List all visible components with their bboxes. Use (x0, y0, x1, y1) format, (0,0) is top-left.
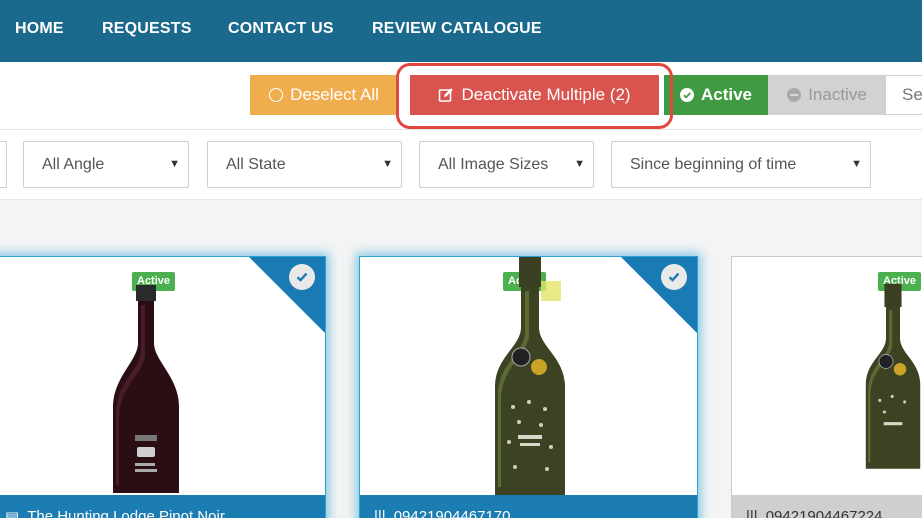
image-size-filter-value: All Image Sizes (438, 156, 549, 173)
date-range-filter-value: Since beginning of time (630, 156, 797, 173)
selected-corner (249, 257, 325, 333)
card-caption: ||| 09421904467170 (360, 495, 697, 518)
angle-filter-value: All Angle (42, 156, 105, 173)
minus-circle-icon (787, 88, 802, 102)
nav-requests[interactable]: REQUESTS (102, 20, 192, 38)
check-circle-icon (679, 88, 694, 102)
active-filter-label: Active (700, 85, 753, 104)
card-caption: ||| 09421904467224 (732, 495, 922, 518)
image-card[interactable]: Active ||| 09421904467224 (731, 256, 922, 518)
top-navigation: HOME REQUESTS CONTACT US REVIEW CATALOGU… (0, 0, 922, 62)
bulk-action-toolbar: Deselect All Deactivate Multiple (2) Act… (0, 62, 922, 130)
state-filter-value: All State (226, 156, 286, 173)
caret-down-icon: ▼ (169, 158, 180, 170)
nav-review-catalogue[interactable]: REVIEW CATALOGUE (372, 20, 542, 38)
card-caption-text: 09421904467170 (393, 508, 511, 518)
wine-bottle-image (113, 285, 179, 493)
selected-corner (621, 257, 697, 333)
deactivate-multiple-button[interactable]: Deactivate Multiple (2) (410, 75, 659, 115)
inactive-filter-button[interactable]: Inactive (768, 75, 886, 115)
angle-filter-select[interactable]: All Angle ▼ (23, 141, 189, 188)
state-filter-select[interactable]: All State ▼ (207, 141, 402, 188)
active-filter-button[interactable]: Active (664, 75, 768, 115)
check-icon[interactable] (661, 264, 687, 290)
edit-icon (439, 88, 454, 102)
partial-filter-select[interactable] (0, 141, 7, 188)
wine-bottle-image (865, 283, 921, 469)
deselect-all-button[interactable]: Deselect All (250, 75, 398, 115)
date-range-filter-select[interactable]: Since beginning of time ▼ (611, 141, 871, 188)
image-card[interactable]: Active ▤ The Hunting Lodge Pinot Noir (0, 256, 326, 518)
card-caption-text: The Hunting Lodge Pinot Noir (27, 508, 225, 518)
filter-bar: All Angle ▼ All State ▼ All Image Sizes … (0, 130, 922, 200)
image-size-filter-select[interactable]: All Image Sizes ▼ (419, 141, 594, 188)
caret-down-icon: ▼ (382, 158, 393, 170)
circle-icon (269, 88, 284, 102)
inactive-filter-label: Inactive (808, 85, 867, 104)
check-icon[interactable] (289, 264, 315, 290)
image-card[interactable]: Active ||| 09421904467170 (359, 256, 698, 518)
barcode-icon: ||| (374, 508, 386, 518)
nav-contact-us[interactable]: CONTACT US (228, 20, 334, 38)
wine-bottle-image (495, 257, 565, 495)
barcode-icon: ||| (746, 508, 758, 518)
search-input[interactable]: Se (885, 75, 922, 115)
caret-down-icon: ▼ (574, 158, 585, 170)
deselect-all-label: Deselect All (290, 85, 379, 104)
document-icon: ▤ (5, 509, 20, 518)
nav-home[interactable]: HOME (15, 20, 64, 38)
caret-down-icon: ▼ (851, 158, 862, 170)
card-caption-text: 09421904467224 (765, 508, 883, 518)
deactivate-multiple-label: Deactivate Multiple (2) (461, 85, 631, 104)
card-caption: ▤ The Hunting Lodge Pinot Noir (0, 495, 325, 518)
